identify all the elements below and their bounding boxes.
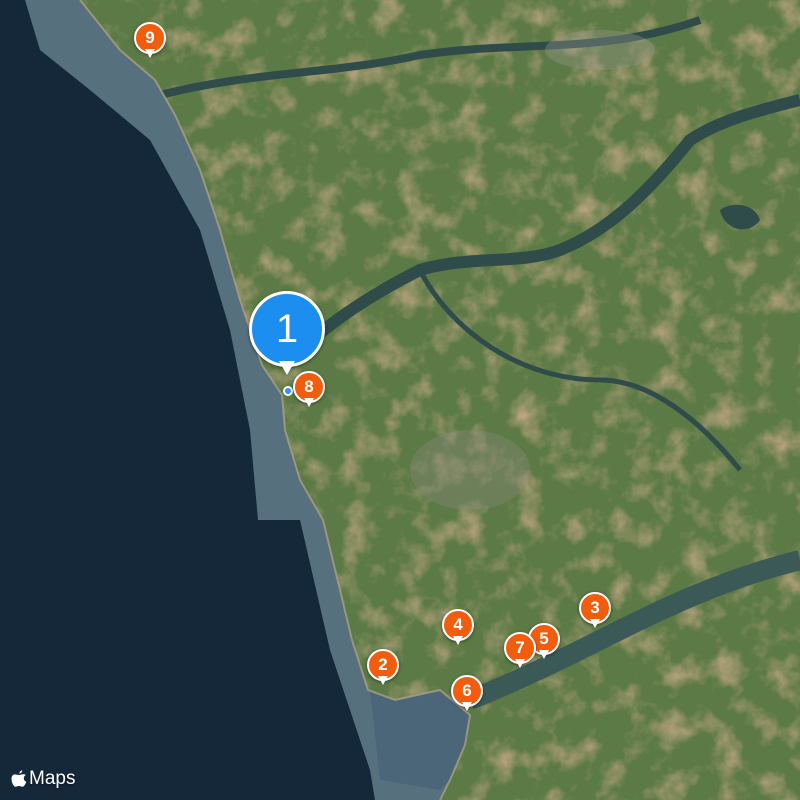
town-area xyxy=(410,430,530,510)
pin-tip xyxy=(145,49,155,58)
pin-3[interactable]: 3 xyxy=(579,592,611,632)
pin-primary[interactable]: 1 xyxy=(249,291,325,381)
maps-attribution[interactable]: Maps xyxy=(11,768,75,790)
airfield-area xyxy=(545,30,655,70)
pin-tip xyxy=(304,398,314,407)
pin-7[interactable]: 7 xyxy=(504,632,536,672)
pin-6[interactable]: 6 xyxy=(451,675,483,715)
pin-tip xyxy=(539,650,549,659)
pin-tip xyxy=(590,619,600,628)
pin-4[interactable]: 4 xyxy=(442,609,474,649)
pin-tip xyxy=(453,636,463,645)
pin-9[interactable]: 9 xyxy=(134,22,166,62)
pin-primary-label: 1 xyxy=(249,291,325,367)
pin-tip xyxy=(515,659,525,668)
apple-logo-icon xyxy=(11,769,27,787)
brand-label: Maps xyxy=(29,768,76,789)
pin-2[interactable]: 2 xyxy=(367,649,399,689)
pin-tip xyxy=(378,676,388,685)
current-location-dot xyxy=(283,386,293,396)
satellite-map[interactable] xyxy=(0,0,800,800)
pin-tip xyxy=(462,702,472,711)
pin-8[interactable]: 8 xyxy=(293,371,325,411)
